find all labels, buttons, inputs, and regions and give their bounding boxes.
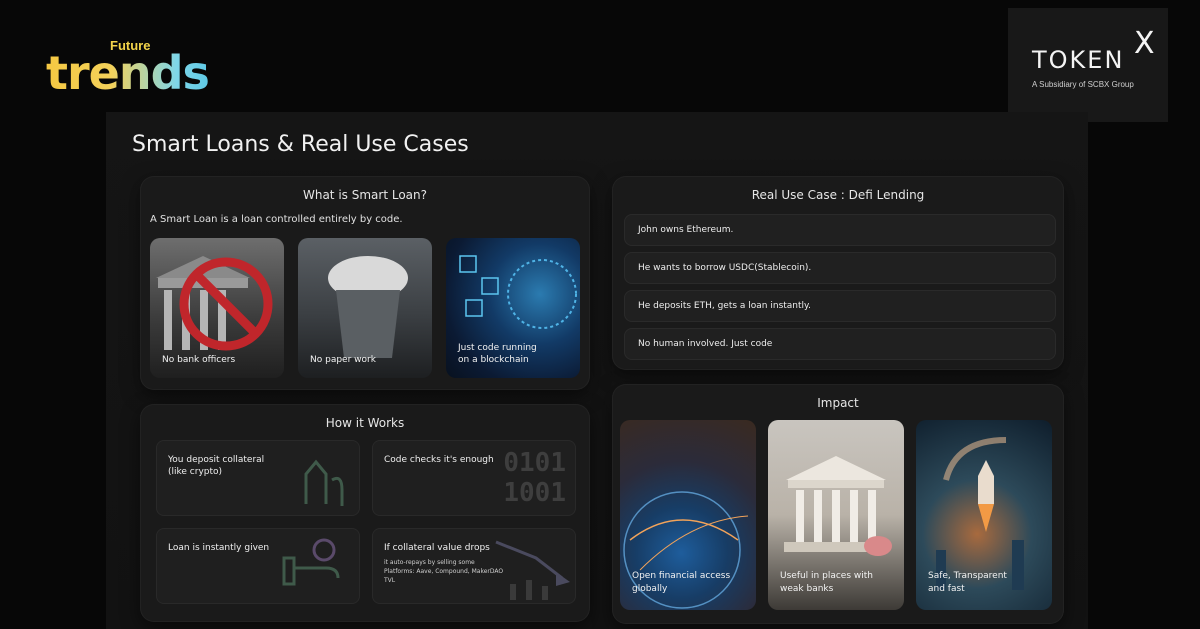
logo-large-text: trends — [46, 46, 210, 100]
hand-up-icon — [304, 459, 344, 506]
use-case-panel: Real Use Case : Defi Lending John owns E… — [612, 176, 1064, 370]
impact-panel: Impact Open financial access globally Us… — [612, 384, 1064, 624]
code-check-step: Code checks it's enough 0101 1001 — [372, 440, 576, 516]
how-it-works-panel: How it Works You deposit collateral (lik… — [140, 404, 590, 622]
global-access-card: Open financial access globally — [620, 420, 756, 610]
slide: Smart Loans & Real Use Cases What is Sma… — [106, 112, 1088, 629]
smart-loan-description: A Smart Loan is a loan controlled entire… — [150, 214, 403, 225]
step-text: You deposit collateral (like crypto) — [168, 455, 265, 477]
card-caption: Open financial access globally — [632, 571, 731, 594]
blockchain-code-card: Just code running on a blockchain — [446, 238, 580, 378]
tokenx-name: TOKEN — [1032, 46, 1125, 74]
use-case-row: John owns Ethereum. — [624, 214, 1056, 246]
use-case-title: Real Use Case : Defi Lending — [751, 188, 925, 202]
weak-banks-card: Useful in places with weak banks — [768, 420, 904, 610]
row-text: He deposits ETH, gets a loan instantly. — [638, 301, 811, 311]
loan-given-step: Loan is instantly given — [156, 528, 360, 604]
use-case-row: No human involved. Just code — [624, 328, 1056, 360]
step-text: Code checks it's enough — [384, 455, 494, 465]
slide-title: Smart Loans & Real Use Cases — [132, 132, 469, 157]
collateral-drop-step: If collateral value drops it auto-repays… — [372, 528, 576, 604]
step-text: Loan is instantly given — [168, 543, 270, 553]
deposit-collateral-step: You deposit collateral (like crypto) — [156, 440, 360, 516]
tokenx-logo: TOKEN X A Subsidiary of SCBX Group — [1008, 8, 1168, 122]
downtrend-arrow-icon — [495, 540, 570, 600]
use-case-row: He deposits ETH, gets a loan instantly. — [624, 290, 1056, 322]
no-paper-work-card: No paper work — [298, 238, 432, 378]
row-text: John owns Ethereum. — [638, 225, 734, 235]
card-caption: Safe, Transparent and fast — [928, 571, 1007, 594]
impact-title: Impact — [817, 396, 859, 410]
card-caption: Just code running on a blockchain — [458, 343, 537, 365]
card-caption: Useful in places with weak banks — [780, 571, 873, 594]
tokenx-subtitle: A Subsidiary of SCBX Group — [1032, 80, 1134, 89]
row-text: He wants to borrow USDC(Stablecoin). — [638, 263, 812, 273]
smart-loan-panel: What is Smart Loan? A Smart Loan is a lo… — [140, 176, 590, 390]
use-case-row: He wants to borrow USDC(Stablecoin). — [624, 252, 1056, 284]
no-bank-officers-card: No bank officers — [150, 238, 284, 378]
card-caption: No bank officers — [162, 355, 236, 365]
how-it-works-title: How it Works — [325, 416, 405, 430]
card-caption: No paper work — [310, 355, 376, 365]
tokenx-mark: X — [1134, 26, 1155, 61]
future-trends-logo: Future trends — [46, 38, 226, 102]
row-text: No human involved. Just code — [638, 339, 773, 349]
binary-decor: 0101 1001 — [503, 448, 566, 508]
safe-transparent-card: Safe, Transparent and fast — [916, 420, 1052, 610]
step-text: If collateral value drops — [384, 543, 490, 553]
money-hand-icon — [282, 538, 340, 586]
smart-loan-title: What is Smart Loan? — [302, 188, 427, 202]
